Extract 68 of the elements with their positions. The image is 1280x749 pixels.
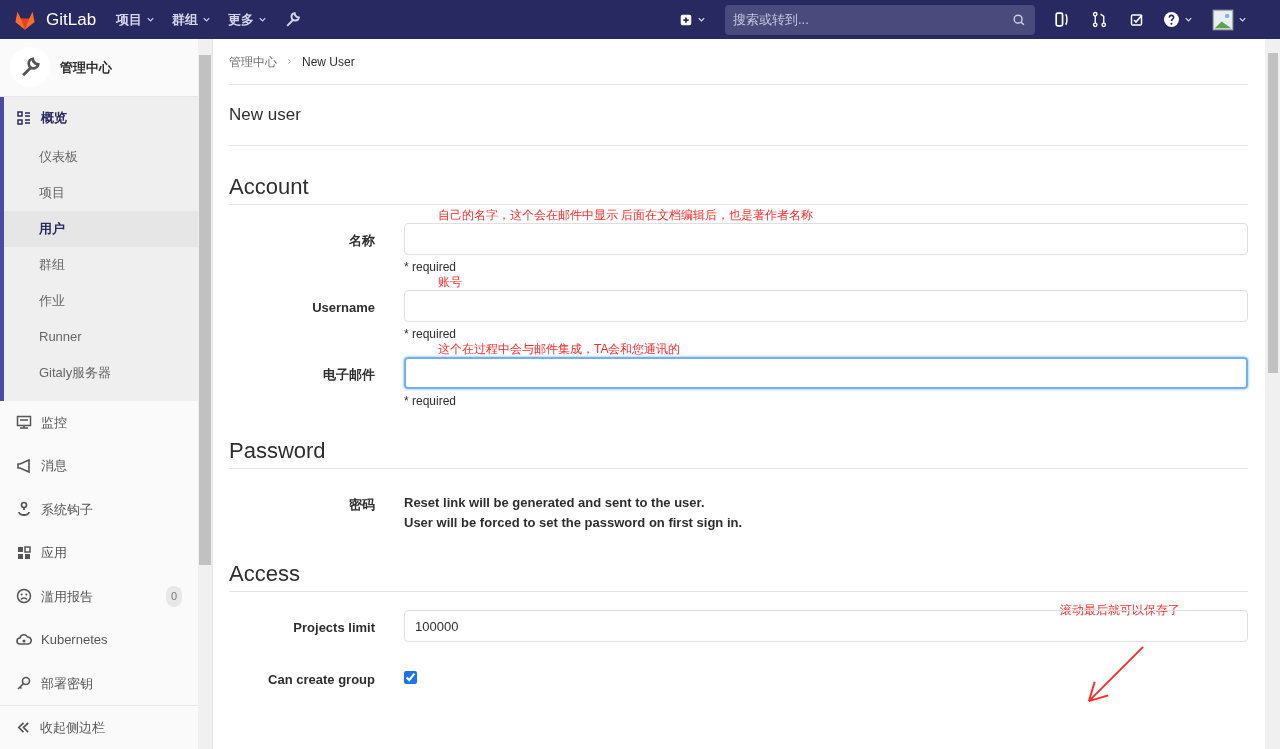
sidebar-subitem[interactable]: 群组: [4, 246, 198, 283]
checkbox-todo-icon[interactable]: [1129, 11, 1145, 28]
help-dropdown[interactable]: [1163, 11, 1194, 28]
annotation-arrow: [1085, 643, 1147, 705]
user-menu[interactable]: [1212, 8, 1248, 31]
panel-icon[interactable]: [1053, 11, 1070, 28]
avatar-image-icon: [1212, 8, 1234, 31]
sidebar-title[interactable]: 管理中心: [60, 57, 112, 78]
field-label: Username: [312, 299, 375, 317]
sidebar-subitem[interactable]: 用户: [4, 210, 198, 247]
sidebar-scrollbar[interactable]: [198, 39, 212, 749]
help-text: * required: [404, 326, 458, 343]
field-label: 名称: [349, 232, 375, 250]
apps-icon: [16, 544, 32, 561]
grid-list-icon: [16, 109, 32, 126]
sidebar-subitem[interactable]: 作业: [4, 282, 198, 319]
megaphone-icon: [16, 457, 32, 474]
page-scrollbar[interactable]: [1265, 39, 1280, 749]
sidebar-item[interactable]: 监控: [4, 400, 198, 445]
section-heading: Password: [229, 437, 327, 465]
breadcrumb-link[interactable]: 管理中心: [229, 52, 277, 71]
count-badge: 0: [165, 586, 182, 607]
new-dropdown[interactable]: [679, 12, 707, 27]
key-icon: [16, 675, 32, 692]
annotation-text: 自己的名字，这个会在邮件中显示 后面在文档编辑后，也是著作者名称: [438, 208, 814, 222]
plus-icon: [679, 12, 693, 27]
section-heading: Account: [229, 173, 310, 201]
sidebar-item[interactable]: 系统钩子: [4, 487, 198, 532]
wrench-icon: [19, 56, 41, 79]
search-icon: [1012, 12, 1026, 27]
cloud-icon: [16, 631, 32, 648]
help-text: * required: [404, 393, 458, 410]
help-text: * required: [404, 259, 458, 276]
help-icon: [1163, 11, 1180, 28]
field-label: 密码: [349, 496, 375, 514]
page-title: New user: [229, 104, 301, 127]
field-label: Projects limit: [293, 619, 375, 637]
text-input-field[interactable]: [404, 357, 1248, 389]
field-label: 电子邮件: [323, 366, 375, 384]
annotation-text: 这个在过程中会与邮件集成，TA会和您通讯的: [438, 342, 681, 356]
wrench-icon[interactable]: [284, 11, 302, 28]
frown-face-icon: [16, 588, 32, 605]
field-label: Can create group: [268, 671, 375, 689]
brand-name[interactable]: GitLab: [46, 6, 97, 33]
sidebar-item[interactable]: 应用: [4, 531, 198, 575]
section-heading: Access: [229, 560, 301, 588]
sidebar-item[interactable]: 部署密钥: [4, 661, 198, 706]
info-text: Reset link will be generated and sent to the user. User will be forced to set the password on first sign in.: [404, 494, 744, 532]
double-chevron-icon: [16, 720, 31, 736]
nav-menu[interactable]: 项目: [116, 9, 157, 30]
sidebar-item[interactable]: 概览: [4, 96, 198, 139]
chevron-right-icon: [285, 57, 294, 66]
sidebar-subitem[interactable]: 项目: [4, 174, 198, 211]
sidebar-item[interactable]: Kubernetes: [4, 618, 198, 662]
breadcrumb-link[interactable]: New User: [302, 52, 355, 71]
sidebar-subitem[interactable]: Runner: [4, 318, 198, 355]
monitor-icon: [16, 414, 32, 431]
hook-icon: [16, 501, 32, 518]
nav-menu[interactable]: 群组: [172, 9, 213, 30]
search-field[interactable]: 搜索或转到...: [725, 4, 1035, 35]
sidebar-item[interactable]: 滥用报告 0: [4, 574, 198, 619]
merge-request-icon[interactable]: [1091, 11, 1108, 28]
sidebar-item[interactable]: 消息: [4, 444, 198, 488]
checkbox[interactable]: [404, 671, 417, 684]
annotation-text: 账号: [438, 275, 462, 289]
nav-menu[interactable]: 更多: [228, 9, 269, 30]
sidebar-subitem[interactable]: Gitaly服务器: [4, 354, 198, 391]
sidebar-subitem[interactable]: 仪表板: [4, 138, 198, 175]
